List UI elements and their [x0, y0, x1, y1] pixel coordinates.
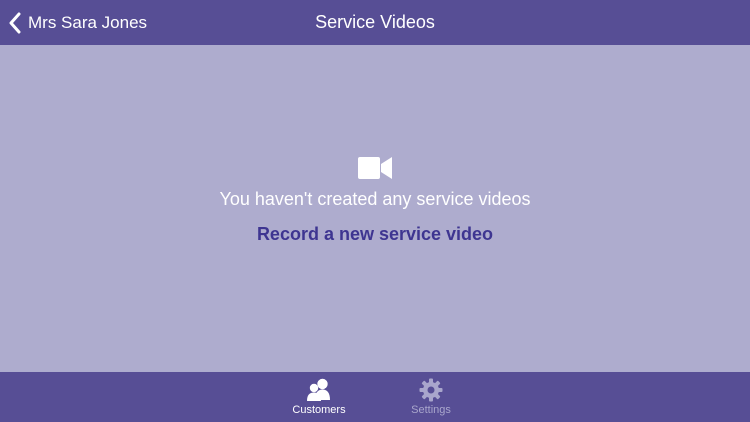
back-button-label: Mrs Sara Jones [28, 12, 148, 32]
navigation-bar: Mrs Sara Jones Service Videos [0, 0, 750, 45]
record-new-video-link[interactable]: Record a new service video [257, 224, 493, 245]
tab-settings-label: Settings [411, 404, 451, 416]
back-button[interactable]: Mrs Sara Jones [8, 0, 147, 45]
customers-icon [307, 378, 330, 401]
tab-settings[interactable]: Settings [391, 372, 471, 422]
empty-state: You haven't created any service videos R… [0, 155, 750, 245]
empty-state-message: You haven't created any service videos [219, 189, 531, 209]
tab-customers[interactable]: Customers [279, 372, 359, 422]
chevron-left-icon [9, 12, 21, 33]
app-screen: Mrs Sara Jones Service Videos You haven'… [0, 0, 750, 422]
tab-bar: Customers Settings [0, 372, 750, 422]
tab-customers-label: Customers [292, 404, 346, 416]
video-camera-icon [358, 157, 392, 179]
gear-icon [419, 378, 443, 402]
